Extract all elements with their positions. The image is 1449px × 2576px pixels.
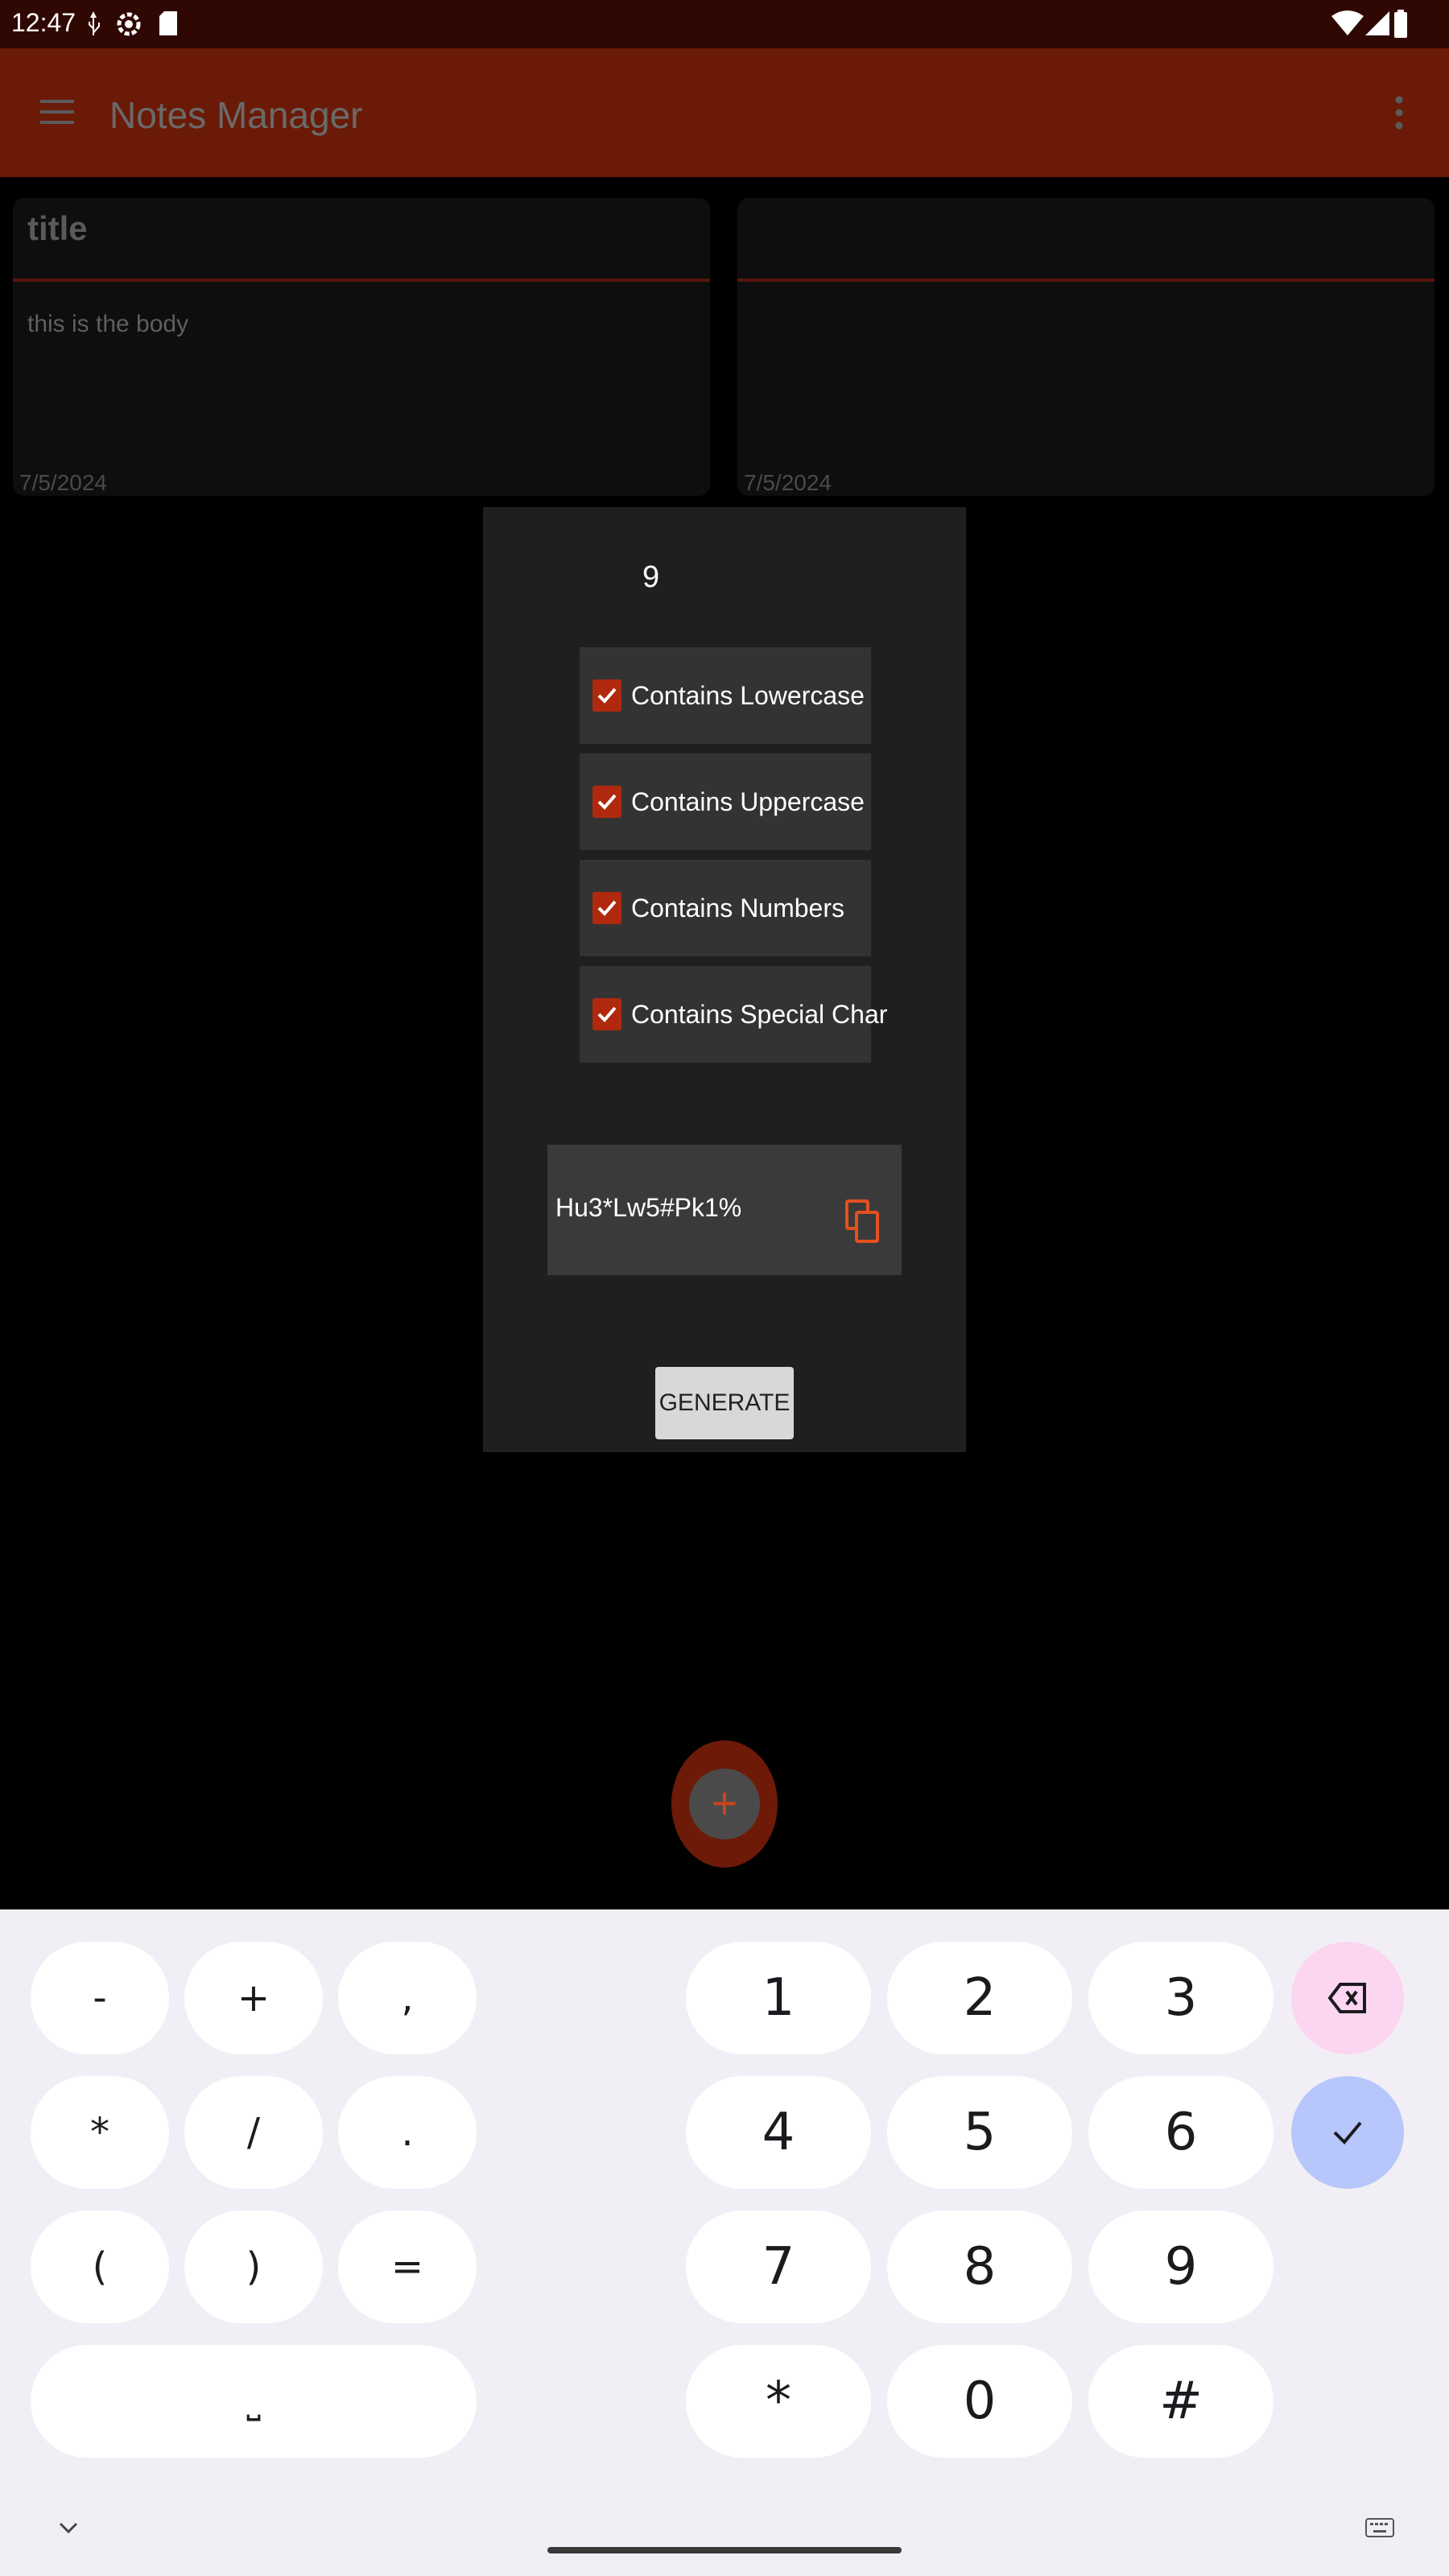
key-0[interactable]: 0	[887, 2345, 1072, 2458]
key-equals[interactable]: =	[338, 2211, 477, 2323]
key-period[interactable]: .	[338, 2076, 477, 2189]
battery-icon	[1393, 10, 1409, 43]
key-7[interactable]: 7	[686, 2211, 871, 2323]
app-bar: Notes Manager	[0, 48, 1449, 177]
uppercase-checkbox[interactable]	[592, 786, 621, 818]
option-lowercase[interactable]: Contains Lowercase	[580, 647, 871, 744]
option-numbers[interactable]: Contains Numbers	[580, 860, 871, 956]
key-3[interactable]: 3	[1088, 1942, 1274, 2054]
wifi-icon	[1331, 10, 1364, 41]
generate-button[interactable]: GENERATE	[655, 1367, 794, 1439]
option-label: Contains Numbers	[631, 894, 844, 923]
status-time: 12:47	[11, 8, 76, 37]
key-comma[interactable]: ,	[338, 1942, 477, 2054]
sd-card-icon	[158, 10, 179, 41]
menu-icon[interactable]	[40, 98, 74, 130]
add-note-fab[interactable]: +	[671, 1740, 778, 1868]
key-star[interactable]: *	[686, 2345, 871, 2458]
keyboard-switch-icon[interactable]	[1365, 2518, 1394, 2541]
done-key[interactable]	[1291, 2076, 1404, 2189]
chevron-down-icon[interactable]	[58, 2521, 79, 2538]
app-title: Notes Manager	[109, 94, 363, 136]
key-2[interactable]: 2	[887, 1942, 1072, 2054]
option-special-char[interactable]: Contains Special Char	[580, 966, 887, 1063]
note-card[interactable]: 7/5/2024	[737, 198, 1435, 496]
key-open-paren[interactable]: (	[31, 2211, 169, 2323]
settings-gear-icon	[114, 10, 143, 43]
numbers-checkbox[interactable]	[592, 892, 621, 924]
lowercase-checkbox[interactable]	[592, 679, 621, 712]
signal-icon	[1364, 10, 1391, 41]
backspace-icon	[1327, 1983, 1366, 2013]
key-asterisk[interactable]: *	[31, 2076, 169, 2189]
key-hash[interactable]: #	[1088, 2345, 1274, 2458]
fab-inner: +	[689, 1769, 760, 1839]
key-5[interactable]: 5	[887, 2076, 1072, 2189]
backspace-key[interactable]	[1291, 1942, 1404, 2054]
key-9[interactable]: 9	[1088, 2211, 1274, 2323]
numeric-keyboard: - + , * / . ( ) = ⎵ 1 2 3 4 5 6 7 8 9 * …	[0, 1909, 1449, 2576]
key-1[interactable]: 1	[686, 1942, 871, 2054]
status-bar: 12:47	[0, 0, 1449, 48]
option-uppercase[interactable]: Contains Uppercase	[580, 753, 871, 850]
check-icon	[1333, 2121, 1362, 2145]
plus-icon: +	[711, 1777, 738, 1828]
key-slash[interactable]: /	[184, 2076, 323, 2189]
option-label: Contains Lowercase	[631, 681, 865, 710]
password-generator-dialog: 9 Contains Lowercase Contains Uppercase …	[483, 507, 966, 1452]
key-plus[interactable]: +	[184, 1942, 323, 2054]
usb-debug-icon	[84, 10, 103, 41]
note-title: title	[27, 209, 88, 247]
generated-password-box: Hu3*Lw5#Pk1%	[547, 1145, 902, 1275]
note-divider	[13, 279, 710, 282]
option-label: Contains Uppercase	[631, 787, 865, 816]
key-6[interactable]: 6	[1088, 2076, 1274, 2189]
note-date: 7/5/2024	[19, 470, 107, 495]
more-options-icon[interactable]	[1393, 95, 1406, 134]
note-divider	[737, 279, 1435, 282]
password-length-value: 9	[642, 560, 660, 594]
note-card[interactable]: title this is the body 7/5/2024	[13, 198, 710, 496]
key-close-paren[interactable]: )	[184, 2211, 323, 2323]
key-8[interactable]: 8	[887, 2211, 1072, 2323]
option-label: Contains Special Char	[631, 1000, 888, 1029]
generated-password: Hu3*Lw5#Pk1%	[555, 1193, 742, 1222]
note-date: 7/5/2024	[744, 470, 832, 495]
key-space[interactable]: ⎵	[31, 2345, 477, 2458]
password-length-field[interactable]: 9	[642, 552, 807, 654]
note-body: this is the body	[27, 311, 189, 337]
copy-icon[interactable]	[845, 1199, 881, 1249]
special-char-checkbox[interactable]	[592, 998, 621, 1030]
key-minus[interactable]: -	[31, 1942, 169, 2054]
gesture-nav-handle[interactable]	[547, 2547, 902, 2553]
key-4[interactable]: 4	[686, 2076, 871, 2189]
